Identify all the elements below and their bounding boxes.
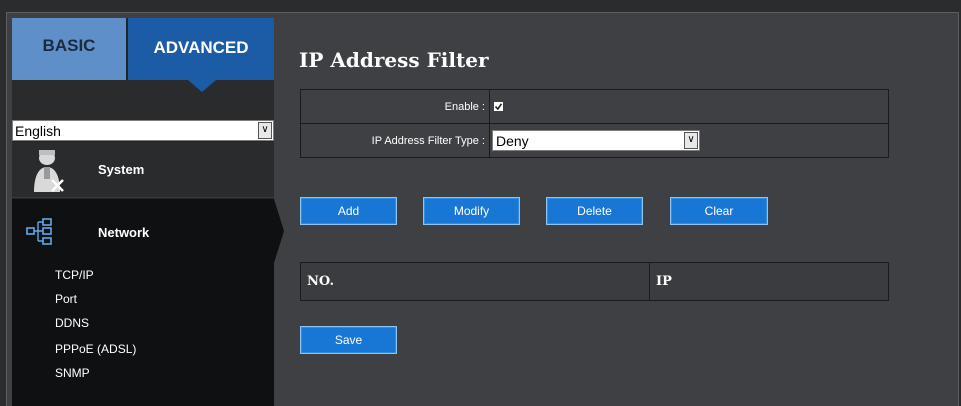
delete-button[interactable]: Delete [546,197,643,225]
mode-tabs: BASIC ADVANCED [12,18,274,80]
sidebar-item-network-label: Network [98,225,150,240]
enable-checkbox[interactable] [494,101,503,111]
filter-type-value: Deny [496,133,529,149]
save-button[interactable]: Save [300,326,397,354]
modify-button[interactable]: Modify [423,197,520,225]
submenu-item-tcpip[interactable]: TCP/IP [55,268,94,282]
enable-cell [489,89,889,124]
submenu-item-pppoe[interactable]: PPPoE (ADSL) [55,342,136,356]
sidebar-item-network[interactable]: Network [12,199,274,263]
sidebar: BASIC ADVANCED English ∨ System Network … [12,18,274,406]
add-button[interactable]: Add [300,197,397,225]
user-settings-icon [34,150,64,192]
filter-type-cell: Deny ∨ [489,123,889,158]
filter-type-row: IP Address Filter Type : Deny ∨ [300,123,889,158]
enable-label: Enable : [300,89,490,124]
clear-button[interactable]: Clear [670,197,768,225]
checkmark-icon [494,102,503,110]
column-header-ip: IP [649,262,889,301]
sidebar-item-system[interactable]: System [12,142,274,198]
network-tree-icon [26,218,52,245]
filter-type-select[interactable]: Deny ∨ [492,130,700,151]
submenu-item-ddns[interactable]: DDNS [55,316,89,330]
submenu-item-port[interactable]: Port [55,292,77,306]
tab-advanced[interactable]: ADVANCED [128,18,274,80]
enable-row: Enable : [300,89,889,124]
page-title: IP Address Filter [299,48,489,72]
chevron-down-icon[interactable]: ∨ [684,132,698,149]
language-select[interactable]: English ∨ [12,120,274,141]
sidebar-item-system-label: System [98,162,145,177]
filter-type-label: IP Address Filter Type : [300,123,490,158]
sidebar-spacer [12,80,274,120]
ip-list-header: NO. IP [300,262,889,301]
active-nav-pointer [274,199,284,263]
ip-list-table: NO. IP [300,262,889,301]
filter-settings-table: Enable : IP Address Filter Type : Deny ∨ [300,89,889,158]
tab-basic[interactable]: BASIC [12,18,126,80]
language-value: English [15,123,61,139]
chevron-down-icon[interactable]: ∨ [258,122,272,139]
column-header-no: NO. [300,262,650,301]
network-submenu: TCP/IP Port DDNS PPPoE (ADSL) SNMP [12,263,274,406]
active-tab-pointer [188,80,216,92]
submenu-item-snmp[interactable]: SNMP [55,366,90,380]
